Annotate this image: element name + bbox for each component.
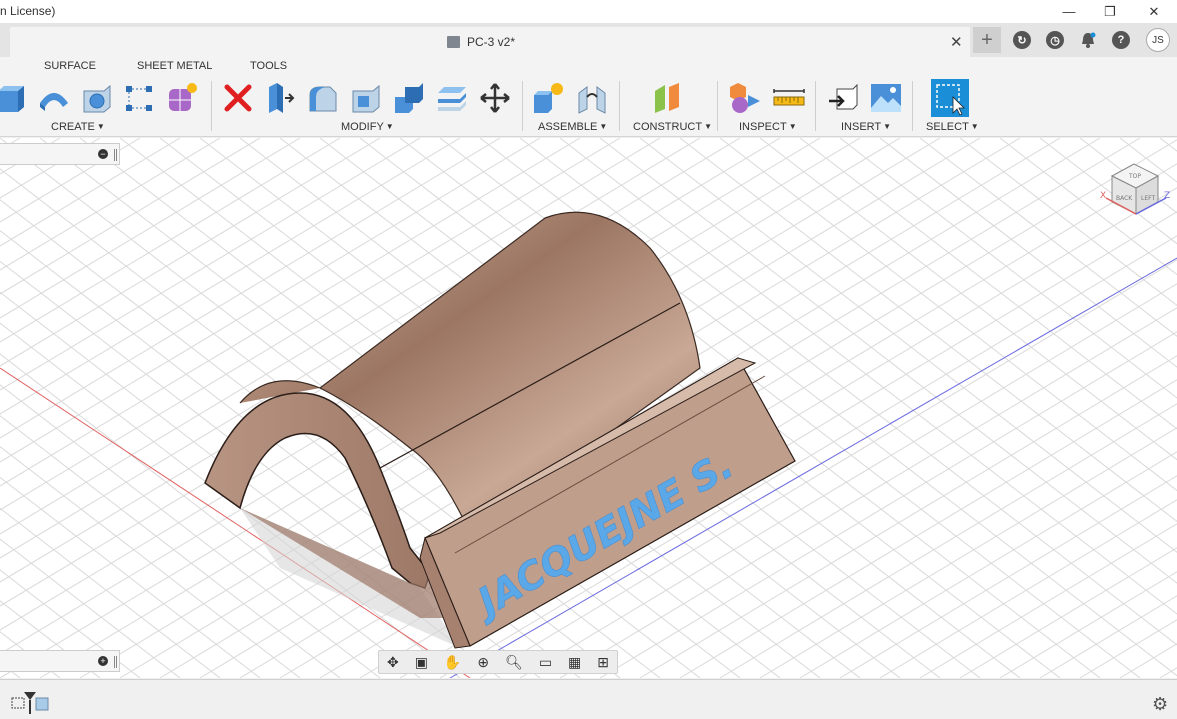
- caret-down-icon: ▼: [96, 122, 105, 131]
- combine-icon[interactable]: [392, 81, 426, 115]
- job-status-button[interactable]: ◷: [1044, 27, 1066, 53]
- extensions-button[interactable]: ↻: [1011, 27, 1033, 53]
- navigation-bar: ✥ ▣ ✋ ⊕ 🔍︎ ▭ ▦ ⊞: [378, 650, 618, 674]
- user-avatar[interactable]: JS: [1146, 28, 1170, 52]
- caret-down-icon: ▼: [385, 122, 394, 131]
- construct-menu[interactable]: CONSTRUCT ▼: [633, 121, 712, 133]
- viewports-icon[interactable]: ⊞: [597, 654, 609, 671]
- toolbar-divider: [522, 81, 523, 131]
- modify-label: MODIFY: [341, 121, 384, 133]
- interference-icon[interactable]: [728, 81, 762, 115]
- select-label: SELECT: [926, 121, 969, 133]
- assemble-menu[interactable]: ASSEMBLE ▼: [538, 121, 607, 133]
- notifications-button[interactable]: [1077, 27, 1099, 53]
- document-tab[interactable]: PC-3 v2* ✕: [10, 27, 970, 57]
- expand-panel-icon[interactable]: +: [98, 656, 108, 666]
- look-at-icon[interactable]: ▣: [415, 654, 428, 671]
- panel-grip-icon[interactable]: [114, 656, 117, 668]
- caret-down-icon: ▼: [788, 122, 797, 131]
- toolbar-divider: [815, 81, 816, 131]
- caret-down-icon: ▼: [883, 122, 892, 131]
- inspect-menu[interactable]: INSPECT ▼: [739, 121, 797, 133]
- minimize-button[interactable]: —: [1046, 0, 1092, 23]
- viewcube-top[interactable]: TOP: [1128, 173, 1141, 180]
- assemble-label: ASSEMBLE: [538, 121, 598, 133]
- toolbar-divider: [912, 81, 913, 131]
- tab-surface[interactable]: SURFACE: [44, 60, 96, 72]
- browser-panel[interactable]: −: [0, 143, 120, 165]
- construct-label: CONSTRUCT: [633, 121, 703, 133]
- shell-icon[interactable]: [349, 81, 383, 115]
- zoom-window-icon[interactable]: ⊕: [477, 654, 489, 671]
- modify-menu[interactable]: MODIFY ▼: [341, 121, 394, 133]
- timeline-bar: ⚙: [0, 679, 1177, 719]
- offset-plane-icon[interactable]: [651, 81, 685, 115]
- clock-icon: ◷: [1046, 31, 1064, 49]
- canvas-image-icon[interactable]: [869, 81, 903, 115]
- insert-menu[interactable]: INSERT ▼: [841, 121, 891, 133]
- ribbon-toolbar: SURFACE SHEET METAL TOOLS CREATE ▼ MODIFY…: [0, 57, 1177, 137]
- fillet-icon[interactable]: [306, 81, 340, 115]
- refresh-icon: ↻: [1013, 31, 1031, 49]
- caret-down-icon: ▼: [704, 122, 712, 131]
- insert-derive-icon[interactable]: [827, 81, 861, 115]
- viewcube-left[interactable]: LEFT: [1141, 195, 1155, 202]
- window-titlebar: n License) — ❐ ✕: [0, 0, 1177, 23]
- measure-icon[interactable]: [772, 81, 806, 115]
- canvas-viewport[interactable]: JACQUEJNE S. − + ✥ ▣ ✋ ⊕ 🔍︎ ▭ ▦ ⊞ TOP BA…: [0, 138, 1177, 678]
- create-menu[interactable]: CREATE ▼: [51, 121, 105, 133]
- window-title: n License): [0, 4, 56, 18]
- toolbar-divider: [211, 81, 212, 131]
- grid-icon[interactable]: ▦: [568, 654, 581, 671]
- close-tab-button[interactable]: ✕: [950, 33, 963, 51]
- create-form-icon[interactable]: [165, 81, 199, 115]
- collapse-panel-icon[interactable]: −: [98, 149, 108, 159]
- display-icon[interactable]: ▭: [539, 654, 552, 671]
- document-tabbar: PC-3 v2* ✕ + ↻ ◷ ? JS: [0, 23, 1177, 57]
- new-component-icon[interactable]: [531, 81, 565, 115]
- pan-icon[interactable]: ✋: [444, 654, 461, 671]
- viewcube[interactable]: TOP BACK LEFT X Z: [1098, 154, 1172, 228]
- zoom-icon[interactable]: 🔍︎: [505, 654, 523, 671]
- toolbar-divider: [717, 81, 718, 131]
- comments-panel[interactable]: +: [0, 650, 120, 672]
- help-button[interactable]: ?: [1110, 27, 1132, 53]
- delete-icon[interactable]: [221, 81, 255, 115]
- select-icon[interactable]: [931, 79, 969, 117]
- ground-grid: JACQUEJNE S.: [0, 138, 1177, 678]
- help-icon: ?: [1112, 31, 1130, 49]
- tab-sheet-metal[interactable]: SHEET METAL: [137, 60, 212, 72]
- press-pull-icon[interactable]: [263, 81, 297, 115]
- restore-button[interactable]: ❐: [1087, 0, 1133, 23]
- select-menu[interactable]: SELECT ▼: [926, 121, 979, 133]
- close-window-button[interactable]: ✕: [1131, 0, 1177, 23]
- create-label: CREATE: [51, 121, 95, 133]
- insert-label: INSERT: [841, 121, 882, 133]
- axis-z-label: Z: [1164, 191, 1170, 201]
- hole-icon[interactable]: [80, 81, 114, 115]
- caret-down-icon: ▼: [970, 122, 979, 131]
- caret-down-icon: ▼: [599, 122, 608, 131]
- revolve-icon[interactable]: [37, 81, 71, 115]
- tab-tools[interactable]: TOOLS: [250, 60, 287, 72]
- replace-face-icon[interactable]: [435, 81, 469, 115]
- bell-icon: [1082, 32, 1096, 48]
- sketch-icon[interactable]: [122, 81, 156, 115]
- settings-gear-icon[interactable]: ⚙: [1152, 694, 1168, 715]
- toolbar-divider: [619, 81, 620, 131]
- new-tab-button[interactable]: +: [973, 27, 1001, 53]
- extrude-icon[interactable]: [0, 81, 28, 115]
- joint-icon[interactable]: [575, 81, 609, 115]
- orbit-icon[interactable]: ✥: [387, 654, 399, 671]
- timeline-controls[interactable]: [2, 690, 52, 714]
- move-icon[interactable]: [478, 81, 512, 115]
- document-title: PC-3 v2*: [467, 35, 516, 49]
- axis-x-label: X: [1100, 191, 1106, 201]
- viewcube-back[interactable]: BACK: [1116, 195, 1133, 202]
- inspect-label: INSPECT: [739, 121, 787, 133]
- panel-grip-icon[interactable]: [114, 149, 117, 161]
- document-icon: [447, 36, 460, 48]
